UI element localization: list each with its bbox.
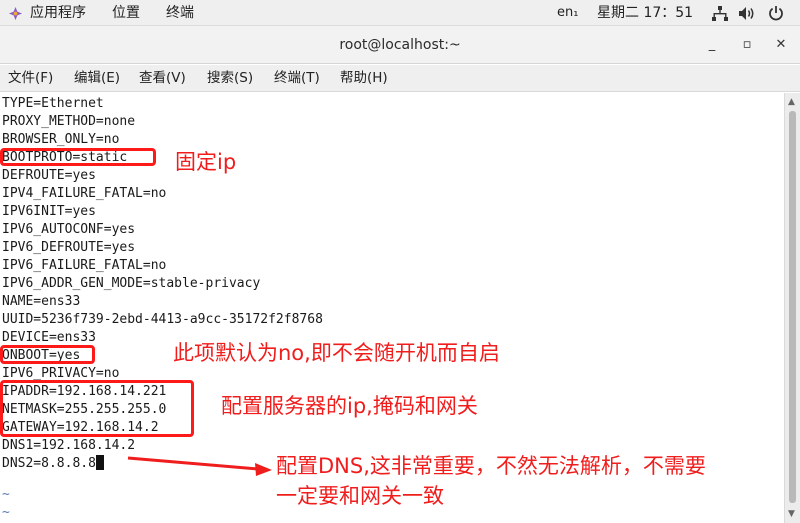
window-title: root@localhost:~ [339,37,461,53]
config-line-browser-only: BROWSER_ONLY=no [2,132,120,147]
config-line-ipv6init: IPV6INIT=yes [2,204,96,219]
volume-icon[interactable] [738,6,756,21]
annotation-onboot: 此项默认为no,即不会随开机而自启 [173,341,500,365]
highlight-box-onboot [0,345,95,364]
vim-empty-line-marker: ~ [2,505,10,520]
scrollbar-thumb[interactable] [789,111,796,503]
network-icon[interactable] [712,6,728,21]
scroll-down-arrow-icon[interactable]: ▼ [788,509,795,519]
menu-terminal[interactable]: 终端(T) [274,65,320,92]
config-line-dns2-text: DNS2=8.8.8.8 [2,456,96,471]
highlight-box-bootproto [0,148,156,166]
menu-view[interactable]: 查看(V) [139,65,186,92]
config-line-name: NAME=ens33 [2,294,81,309]
menubar: 文件(F) 编辑(E) 查看(V) 搜索(S) 终端(T) 帮助(H) [0,65,800,92]
applications-icon [8,6,23,21]
close-button[interactable]: ✕ [771,35,791,55]
window-titlebar: root@localhost:~ _ ▫ ✕ [0,26,800,64]
config-line-type: TYPE=Ethernet [2,96,104,111]
config-line-dns2: DNS2=8.8.8.8 [2,455,104,473]
terminal-scrollbar[interactable]: ▲ ▼ [784,93,800,523]
highlight-box-ip-config [0,380,194,437]
config-line-ipv4-failure: IPV4_FAILURE_FATAL=no [2,186,167,201]
config-line-uuid: UUID=5236f739-2ebd-4413-a9cc-35172f2f876… [2,312,323,327]
power-icon[interactable] [768,5,784,21]
vim-empty-line-marker: ~ [2,487,10,502]
annotation-bootproto: 固定ip [175,150,237,174]
applications-menu[interactable]: 应用程序 [30,0,86,26]
annotation-dns-line2: 一定要和网关一致 [276,484,444,508]
annotation-dns-line1: 配置DNS,这非常重要，不然无法解析，不需要 [276,454,706,478]
config-line-ipv6-addr-gen: IPV6_ADDR_GEN_MODE=stable-privacy [2,276,261,291]
menu-help[interactable]: 帮助(H) [340,65,388,92]
minimize-button[interactable]: _ [702,35,722,55]
menu-edit[interactable]: 编辑(E) [74,65,120,92]
text-cursor [95,455,104,470]
clock[interactable]: 星期二 17：51 [597,0,693,26]
menu-file[interactable]: 文件(F) [8,65,53,92]
maximize-button[interactable]: ▫ [737,35,757,55]
config-line-ipv6-defroute: IPV6_DEFROUTE=yes [2,240,136,255]
config-line-ipv6-failure: IPV6_FAILURE_FATAL=no [2,258,167,273]
scroll-up-arrow-icon[interactable]: ▲ [788,97,795,107]
config-line-defroute: DEFROUTE=yes [2,168,96,183]
top-panel: 应用程序 位置 终端 en₁ 星期二 17：51 [0,0,800,26]
places-menu[interactable]: 位置 [112,0,140,26]
config-line-dns1: DNS1=192.168.14.2 [2,438,136,453]
input-method-indicator[interactable]: en₁ [557,0,578,26]
terminal-app-menu[interactable]: 终端 [166,0,194,26]
config-line-ipv6-autoconf: IPV6_AUTOCONF=yes [2,222,136,237]
annotation-ip-config: 配置服务器的ip,掩码和网关 [221,394,478,418]
config-line-proxy-method: PROXY_METHOD=none [2,114,136,129]
menu-search[interactable]: 搜索(S) [207,65,253,92]
